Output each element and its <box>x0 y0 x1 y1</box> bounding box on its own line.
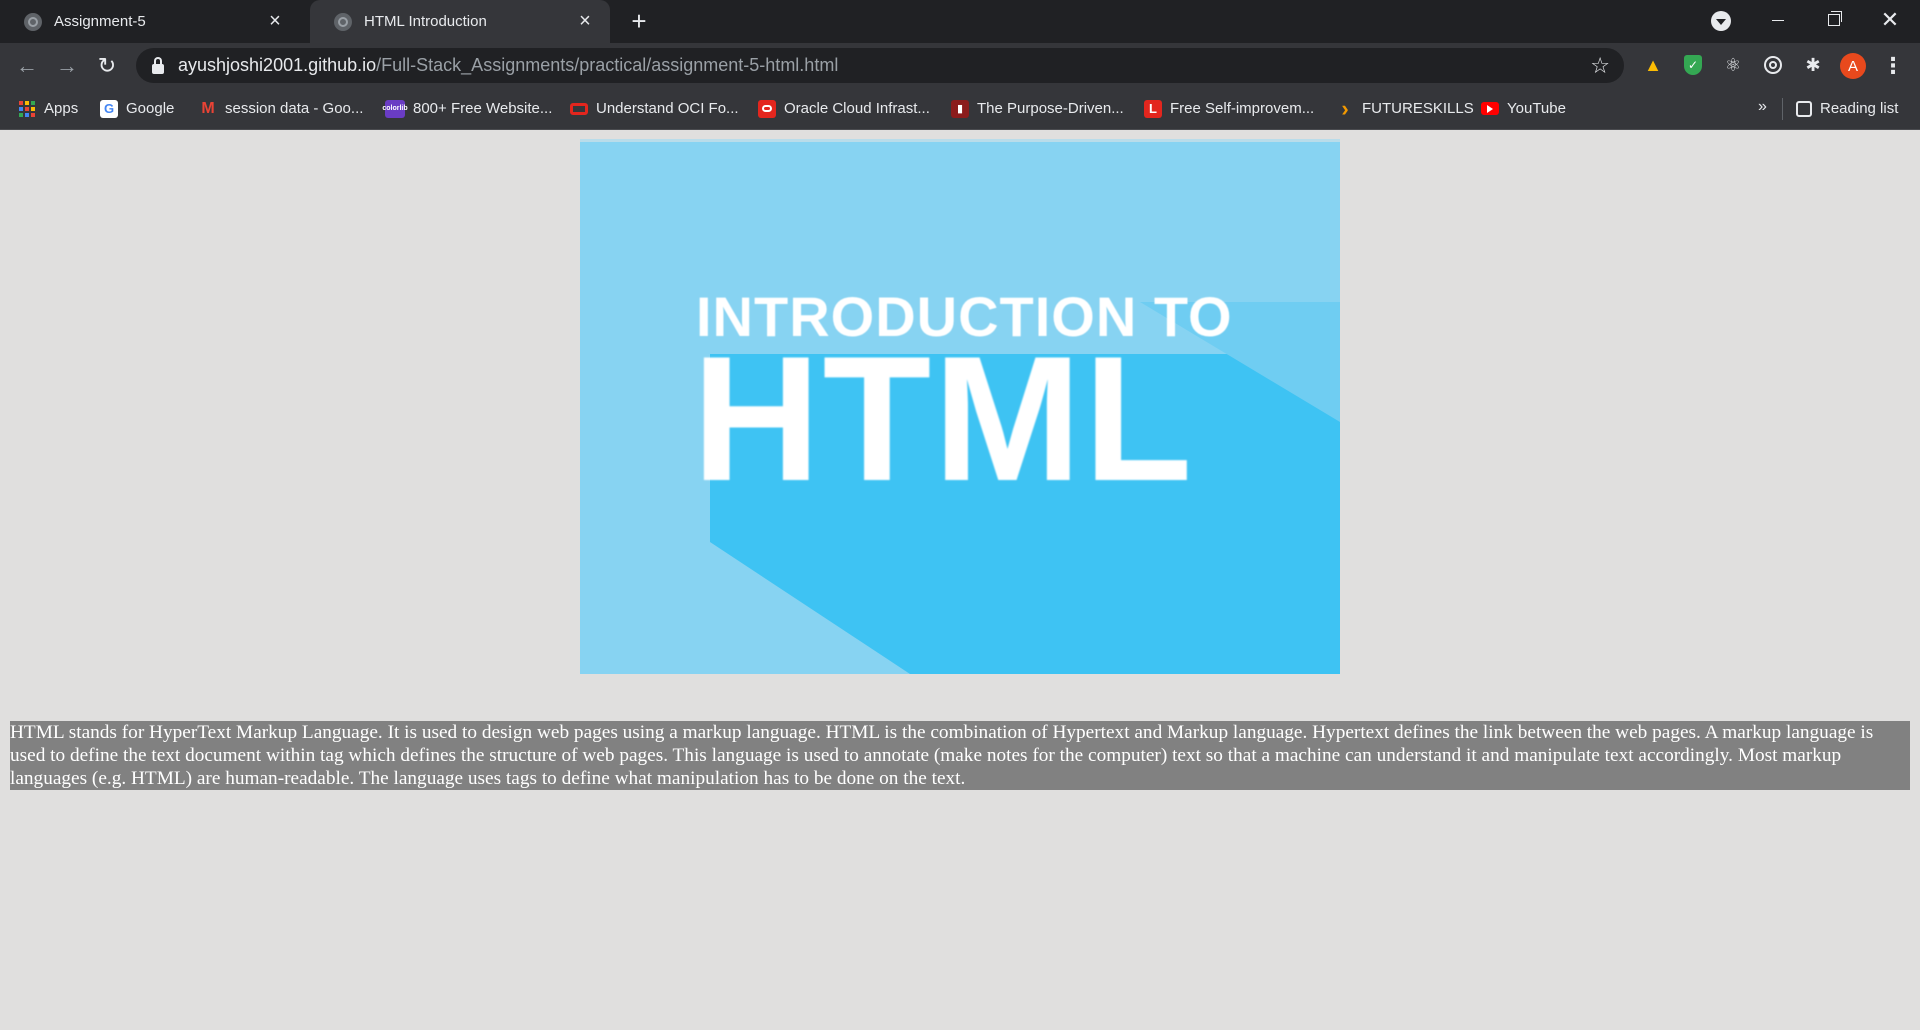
target-extension-icon[interactable] <box>1762 54 1784 76</box>
google-icon: G <box>100 99 118 118</box>
divider <box>1782 98 1783 120</box>
shield-extension-icon[interactable]: ✓ <box>1682 54 1704 76</box>
address-bar[interactable]: ayushjoshi2001.github.io/Full-Stack_Assi… <box>136 48 1624 83</box>
youtube-icon <box>1481 102 1499 115</box>
reload-button[interactable]: ↻ <box>92 51 122 81</box>
forward-button[interactable]: → <box>52 51 82 81</box>
reading-list-icon <box>1796 100 1812 117</box>
html-description-paragraph: HTML stands for HyperText Markup Languag… <box>10 721 1910 790</box>
chevron-icon: › <box>1341 95 1349 121</box>
close-icon[interactable]: × <box>574 10 596 33</box>
bookmark-understand-oci[interactable]: Understand OCI Fo... <box>570 88 739 129</box>
bookmark-label: 800+ Free Website... <box>413 100 553 117</box>
apps-grid-icon <box>18 100 36 118</box>
bookmark-label: The Purpose-Driven... <box>977 100 1124 117</box>
bookmark-free-website[interactable]: colorlib 800+ Free Website... <box>382 88 553 129</box>
tab-search-button[interactable] <box>1711 11 1731 31</box>
new-tab-button[interactable]: + <box>624 6 654 36</box>
globe-icon <box>24 12 42 31</box>
bookmark-session-data[interactable]: M session data - Goo... <box>199 88 363 129</box>
oracle-icon <box>570 102 588 115</box>
react-devtools-icon[interactable]: ⚛ <box>1722 54 1744 76</box>
bookmark-oracle-cloud[interactable]: Oracle Cloud Infrast... <box>758 88 930 129</box>
bookmark-label: FUTURESKILLS <box>1362 100 1474 117</box>
bookmark-label: Free Self-improvem... <box>1170 100 1315 117</box>
bookmark-label: Google <box>126 100 175 117</box>
tab-title: HTML Introduction <box>364 13 487 30</box>
reading-list-label: Reading list <box>1820 100 1899 117</box>
hero-title: HTML <box>692 319 1195 518</box>
intro-html-image: INTRODUCTION TO HTML <box>580 139 1340 674</box>
bookmarks-overflow-button[interactable]: » <box>1758 98 1767 116</box>
extensions-puzzle-icon[interactable]: ✱ <box>1802 54 1824 76</box>
close-window-button[interactable]: ✕ <box>1862 0 1918 40</box>
tab-title: Assignment-5 <box>54 13 146 30</box>
bookmark-purpose-driven[interactable]: ▮ The Purpose-Driven... <box>951 88 1124 129</box>
bookmark-google[interactable]: G Google <box>100 88 174 129</box>
url-host: ayushjoshi2001.github.io <box>178 55 377 75</box>
restore-button[interactable] <box>1806 0 1862 40</box>
gmail-icon: M <box>201 99 215 117</box>
bookmark-label: Understand OCI Fo... <box>596 100 739 117</box>
minimize-icon <box>1772 19 1784 21</box>
colorlib-icon: colorlib <box>382 99 408 118</box>
bookmark-youtube[interactable]: YouTube <box>1481 88 1566 129</box>
bookmark-label: Oracle Cloud Infrast... <box>784 100 930 117</box>
bookmark-label: Apps <box>44 100 79 117</box>
url-text[interactable]: ayushjoshi2001.github.io/Full-Stack_Assi… <box>178 55 838 76</box>
bookmark-futureskills[interactable]: › FUTURESKILLS <box>1336 88 1474 129</box>
bookmark-star-icon[interactable]: ☆ <box>1590 53 1610 79</box>
lock-icon[interactable] <box>152 56 164 74</box>
oracle-icon <box>758 99 776 118</box>
reading-list-button[interactable]: Reading list <box>1796 88 1898 129</box>
book-icon: ▮ <box>951 99 969 118</box>
close-icon[interactable]: × <box>264 10 286 33</box>
minimize-button[interactable] <box>1750 0 1806 40</box>
tab-strip: Assignment-5 × HTML Introduction × + ✕ <box>0 0 1920 43</box>
bookmark-label: YouTube <box>1507 100 1566 117</box>
url-path: /Full-Stack_Assignments/practical/assign… <box>376 55 839 75</box>
back-button[interactable]: ← <box>12 51 42 81</box>
bookmark-label: session data - Goo... <box>225 100 364 117</box>
bookmark-apps[interactable]: Apps <box>18 88 78 129</box>
browser-menu-icon[interactable]: ⋮ <box>1882 53 1904 79</box>
page-content: INTRODUCTION TO HTML HTML stands for Hyp… <box>0 130 1920 1030</box>
toolbar: ← → ↻ ayushjoshi2001.github.io/Full-Stac… <box>0 43 1920 88</box>
tab-assignment-5[interactable]: Assignment-5 × <box>0 0 300 43</box>
globe-icon <box>334 12 352 31</box>
google-drive-icon[interactable]: ▲ <box>1642 54 1664 76</box>
l-logo-icon: L <box>1144 99 1162 118</box>
tab-html-introduction[interactable]: HTML Introduction × <box>310 0 610 43</box>
bookmarks-bar: Apps G Google M session data - Goo... co… <box>0 88 1920 130</box>
bookmark-self-improvement[interactable]: L Free Self-improvem... <box>1144 88 1314 129</box>
profile-avatar[interactable]: A <box>1840 53 1866 79</box>
restore-icon <box>1828 11 1842 26</box>
